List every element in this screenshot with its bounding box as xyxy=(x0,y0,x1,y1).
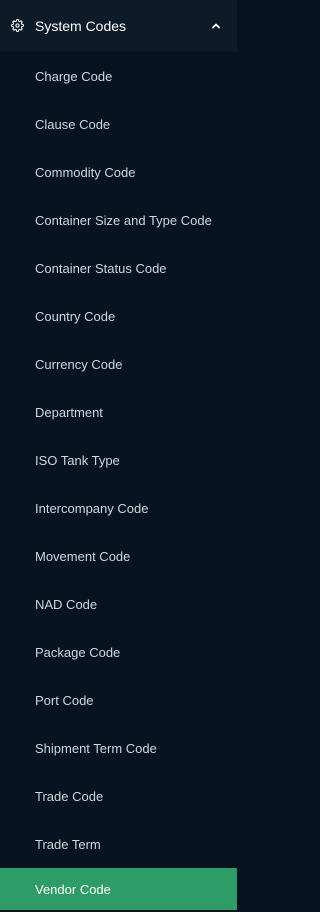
menu-item-vendor-code[interactable]: Vendor Code xyxy=(0,868,237,910)
system-codes-header[interactable]: System Codes xyxy=(0,0,237,52)
menu-item-label: Commodity Code xyxy=(35,164,136,180)
menu-item-label: Trade Code xyxy=(35,788,104,804)
system-codes-sidebar: System Codes Charge Code Clause Code Com… xyxy=(0,0,237,912)
menu-item-trade-term[interactable]: Trade Term xyxy=(0,820,237,868)
menu-item-trade-code[interactable]: Trade Code xyxy=(0,772,237,820)
menu-item-nad-code[interactable]: NAD Code xyxy=(0,580,237,628)
menu-item-currency-code[interactable]: Currency Code xyxy=(0,340,237,388)
menu-item-department[interactable]: Department xyxy=(0,388,237,436)
menu-item-container-size-type-code[interactable]: Container Size and Type Code xyxy=(0,196,237,244)
menu-item-label: Movement Code xyxy=(35,548,131,564)
menu-item-container-status-code[interactable]: Container Status Code xyxy=(0,244,237,292)
menu-item-label: Container Status Code xyxy=(35,260,167,276)
menu-item-label: NAD Code xyxy=(35,596,98,612)
chevron-up-icon[interactable] xyxy=(209,19,223,33)
menu-item-label: Shipment Term Code xyxy=(35,740,157,756)
menu-item-charge-code[interactable]: Charge Code xyxy=(0,52,237,100)
menu-item-iso-tank-type[interactable]: ISO Tank Type xyxy=(0,436,237,484)
menu-item-intercompany-code[interactable]: Intercompany Code xyxy=(0,484,237,532)
menu-item-package-code[interactable]: Package Code xyxy=(0,628,237,676)
menu-item-label: Country Code xyxy=(35,308,116,324)
menu-item-country-code[interactable]: Country Code xyxy=(0,292,237,340)
menu-item-label: Clause Code xyxy=(35,116,111,132)
menu-item-label: Port Code xyxy=(35,692,94,708)
section-title: System Codes xyxy=(35,17,127,34)
menu-item-label: Department xyxy=(35,404,103,420)
menu-item-label: Currency Code xyxy=(35,356,123,372)
menu-item-commodity-code[interactable]: Commodity Code xyxy=(0,148,237,196)
menu-item-label: Charge Code xyxy=(35,68,113,84)
menu-item-clause-code[interactable]: Clause Code xyxy=(0,100,237,148)
menu-item-label: Vendor Code xyxy=(35,881,111,897)
menu-item-movement-code[interactable]: Movement Code xyxy=(0,532,237,580)
menu-item-port-code[interactable]: Port Code xyxy=(0,676,237,724)
menu-item-label: ISO Tank Type xyxy=(35,452,120,468)
menu-item-shipment-term-code[interactable]: Shipment Term Code xyxy=(0,724,237,772)
menu-item-label: Intercompany Code xyxy=(35,500,149,516)
menu-item-label: Package Code xyxy=(35,644,121,660)
gear-icon xyxy=(10,19,24,33)
system-codes-menu: Charge Code Clause Code Commodity Code C… xyxy=(0,52,237,910)
menu-item-label: Container Size and Type Code xyxy=(35,212,212,228)
menu-item-label: Trade Term xyxy=(35,836,101,852)
